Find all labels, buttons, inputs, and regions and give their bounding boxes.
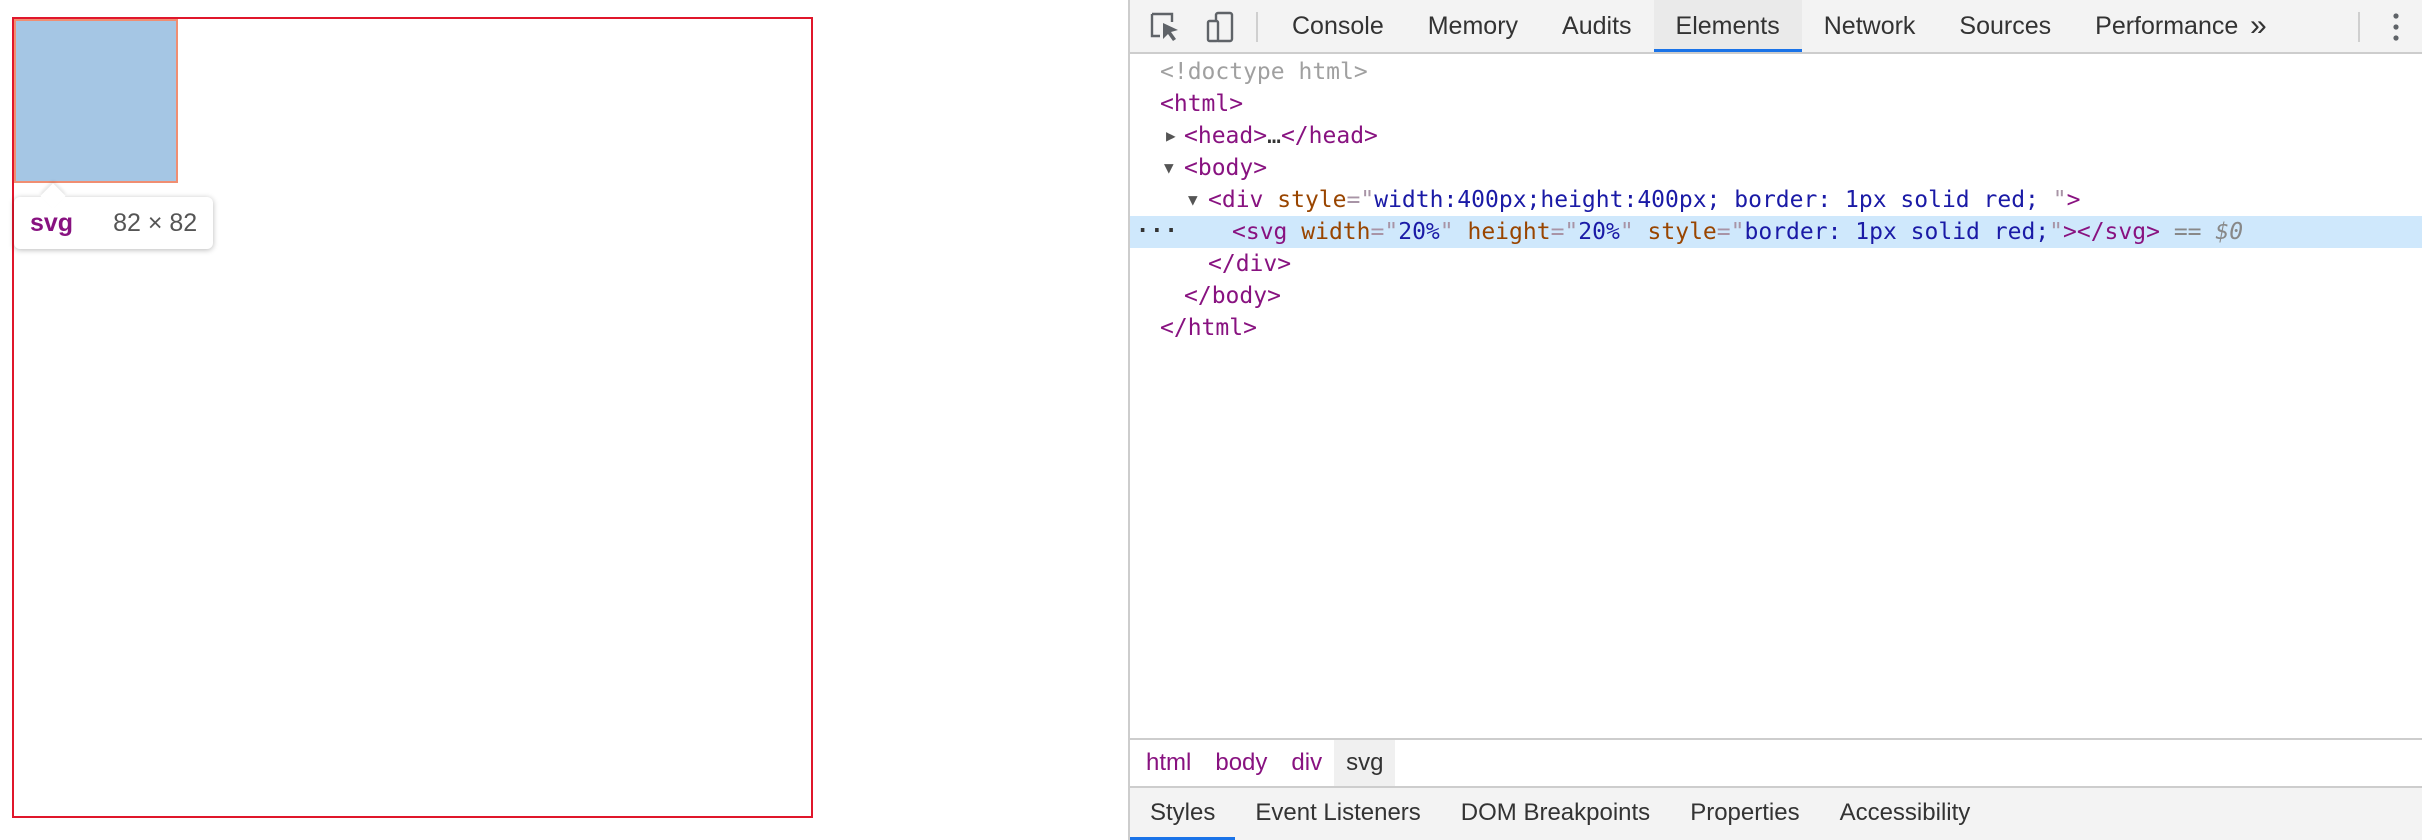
svg-attr-style-value: border: 1px solid red; bbox=[1744, 219, 2050, 245]
device-toolbar-icon[interactable] bbox=[1204, 10, 1238, 44]
breadcrumb-body[interactable]: body bbox=[1203, 740, 1279, 786]
tab-event-listeners[interactable]: Event Listeners bbox=[1235, 788, 1440, 840]
html-close-tag: </html> bbox=[1160, 315, 1257, 341]
breadcrumb-div[interactable]: div bbox=[1279, 740, 1334, 786]
svg-close-tag: </svg> bbox=[2076, 219, 2160, 245]
dom-node-html-close[interactable]: </html> bbox=[1130, 312, 2422, 344]
breadcrumb: html body div svg bbox=[1130, 738, 2422, 788]
svg-attr-width-name: width bbox=[1301, 219, 1371, 245]
dom-node-div-close[interactable]: </div> bbox=[1130, 248, 2422, 280]
tab-memory[interactable]: Memory bbox=[1406, 0, 1540, 52]
body-close-tag: </body> bbox=[1184, 283, 1281, 309]
html-open-tag: <html> bbox=[1160, 91, 1244, 117]
tab-network[interactable]: Network bbox=[1802, 0, 1938, 52]
breadcrumb-svg[interactable]: svg bbox=[1334, 740, 1396, 786]
body-open-tag: <body> bbox=[1184, 155, 1268, 181]
devtools-tabs: Console Memory Audits Elements Network S… bbox=[1270, 0, 2260, 52]
triangle-down-icon[interactable]: ▼ bbox=[1164, 152, 1174, 184]
kebab-menu-icon[interactable] bbox=[2392, 12, 2400, 42]
breadcrumb-html[interactable]: html bbox=[1134, 740, 1203, 786]
toolbar-separator bbox=[1256, 12, 1258, 42]
tab-accessibility[interactable]: Accessibility bbox=[1820, 788, 1991, 840]
head-ellipsis: … bbox=[1267, 123, 1281, 149]
tab-styles[interactable]: Styles bbox=[1130, 788, 1236, 840]
dom-node-body-close[interactable]: </body> bbox=[1130, 280, 2422, 312]
triangle-down-icon[interactable]: ▼ bbox=[1188, 184, 1198, 216]
div-attr-value: width:400px;height:400px; border: 1px so… bbox=[1374, 187, 2053, 213]
devtools-panel: Console Memory Audits Elements Network S… bbox=[1128, 0, 2422, 840]
div-attr-name: style bbox=[1277, 187, 1347, 213]
div-close-tag: </div> bbox=[1208, 251, 1292, 277]
dom-node-html[interactable]: <html> bbox=[1130, 88, 2422, 120]
dom-node-head[interactable]: ▶ <head>…</head> bbox=[1130, 120, 2422, 152]
selected-node-marker: == $0 bbox=[2173, 219, 2244, 245]
more-tabs-icon[interactable]: » bbox=[2250, 0, 2267, 52]
dom-node-doctype[interactable]: <!doctype html> bbox=[1130, 56, 2422, 88]
head-close-tag: </head> bbox=[1280, 123, 1378, 149]
dom-tree: <!doctype html> <html> ▶ <head>…</head> … bbox=[1130, 56, 2422, 738]
tab-performance[interactable]: Performance bbox=[2073, 0, 2260, 52]
svg-attr-width-value: 20% bbox=[1398, 219, 1440, 245]
inspect-tooltip: svg 82 × 82 bbox=[14, 197, 214, 249]
doctype-text: <!doctype html> bbox=[1160, 59, 1368, 85]
head-open-tag: <head> bbox=[1184, 123, 1268, 149]
tab-console[interactable]: Console bbox=[1270, 0, 1406, 52]
tab-elements[interactable]: Elements bbox=[1653, 0, 1802, 52]
tab-sources[interactable]: Sources bbox=[1937, 0, 2073, 52]
tab-dom-breakpoints[interactable]: DOM Breakpoints bbox=[1441, 788, 1670, 840]
triangle-right-icon[interactable]: ▶ bbox=[1166, 120, 1176, 152]
div-tag-name: div bbox=[1221, 187, 1264, 213]
inspect-element-icon[interactable] bbox=[1148, 10, 1182, 44]
dom-node-div[interactable]: ▼ <div style="width:400px;height:400px; … bbox=[1130, 184, 2422, 216]
svg-attr-height-value: 20% bbox=[1578, 219, 1620, 245]
svg-tag-name: svg bbox=[1245, 219, 1288, 245]
tab-audits[interactable]: Audits bbox=[1540, 0, 1653, 52]
devtools-toolbar: Console Memory Audits Elements Network S… bbox=[1130, 0, 2422, 54]
tooltip-tag-name: svg bbox=[30, 208, 74, 237]
svg-attr-height-name: height bbox=[1467, 219, 1551, 245]
sidebar-pane-tabs: Styles Event Listeners DOM Breakpoints P… bbox=[1130, 788, 2422, 840]
tab-properties[interactable]: Properties bbox=[1670, 788, 1819, 840]
page-viewport: svg 82 × 82 bbox=[0, 0, 1128, 840]
node-actions-icon[interactable]: ... bbox=[1136, 210, 1179, 242]
dom-node-svg-selected[interactable]: ... <svg width="20%" height="20%" style=… bbox=[1130, 213, 2422, 248]
svg-attr-style-name: style bbox=[1647, 219, 1717, 245]
svg-element-highlight[interactable] bbox=[14, 19, 178, 183]
tooltip-dimensions: 82 × 82 bbox=[113, 208, 198, 237]
toolbar-separator bbox=[2358, 12, 2360, 42]
dom-node-body[interactable]: ▼ <body> bbox=[1130, 152, 2422, 184]
